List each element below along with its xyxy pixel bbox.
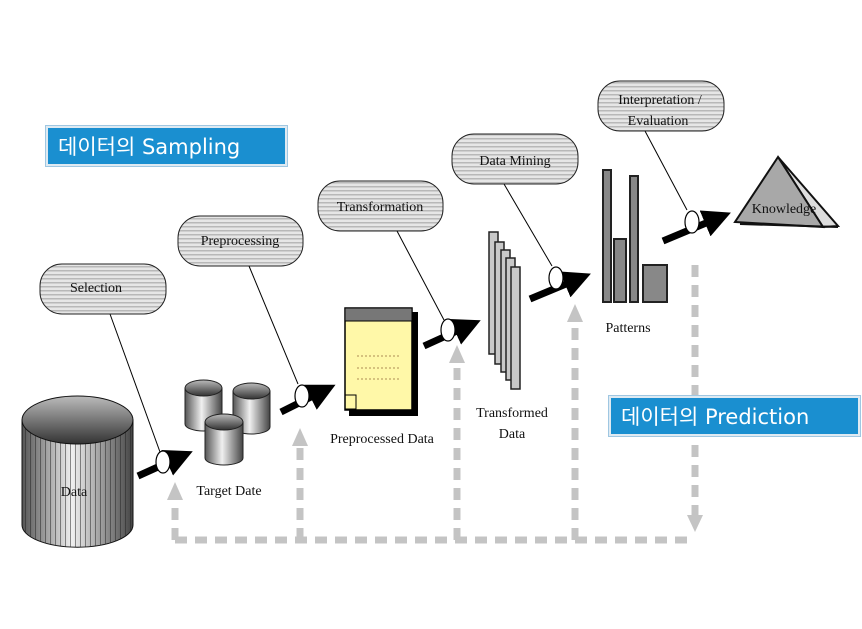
step-interpretation-evaluation: Interpretation / Evaluation <box>597 80 725 132</box>
step-selection: Selection <box>39 263 167 315</box>
svg-text:Patterns: Patterns <box>605 321 650 336</box>
step-transformation: Transformation <box>317 180 444 232</box>
svg-text:Target Date: Target Date <box>196 484 261 499</box>
step-data-mining: Data Mining <box>451 133 579 185</box>
step-preprocessing: Preprocessing <box>177 215 304 267</box>
sampling-banner: 데이터의 Sampling <box>46 126 287 166</box>
prediction-banner: 데이터의 Prediction <box>609 396 860 436</box>
svg-text:Transformation: Transformation <box>337 200 424 215</box>
diagram-canvas: Selection Preprocessing Transformation D… <box>21 80 841 548</box>
svg-text:Knowledge: Knowledge <box>752 202 817 217</box>
svg-text:Evaluation: Evaluation <box>628 114 689 129</box>
svg-text:Data: Data <box>61 485 88 500</box>
svg-text:Data: Data <box>499 427 526 442</box>
svg-text:Interpretation /: Interpretation / <box>618 93 702 108</box>
svg-text:Selection: Selection <box>70 281 122 296</box>
target-data-cylinders: Target Date <box>184 379 271 499</box>
transformed-data-stack: Transformed Data <box>476 231 548 442</box>
knowledge-pyramid: Knowledge <box>733 155 841 229</box>
kdd-process-diagram: Selection Preprocessing Transformation D… <box>0 0 862 629</box>
data-cylinder: Data <box>21 395 134 548</box>
svg-text:Data Mining: Data Mining <box>479 154 550 169</box>
patterns-bars: Patterns <box>602 169 668 336</box>
preprocessed-document: Preprocessed Data <box>330 307 435 447</box>
svg-text:Transformed: Transformed <box>476 406 548 421</box>
svg-text:Preprocessing: Preprocessing <box>201 234 280 249</box>
svg-text:Preprocessed Data: Preprocessed Data <box>330 432 435 447</box>
